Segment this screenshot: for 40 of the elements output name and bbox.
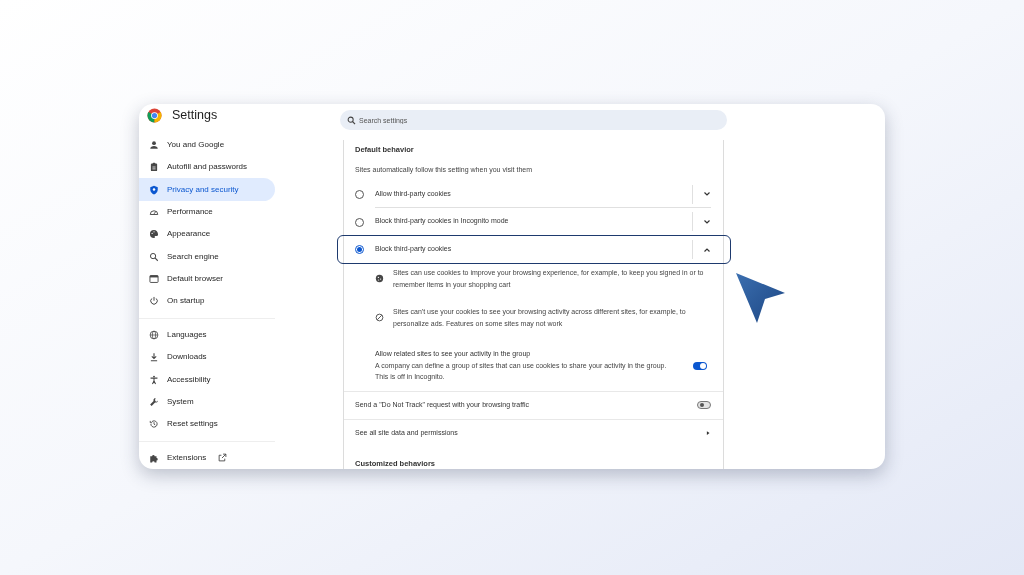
browser-logo-icon (147, 107, 162, 123)
clipboard-icon (149, 162, 159, 173)
chevron-down-icon[interactable] (703, 190, 711, 198)
globe-icon (149, 329, 159, 340)
sidebar-item[interactable]: You and Google (139, 133, 275, 156)
sidebar-item[interactable]: On startup (139, 290, 275, 313)
sidebar-item[interactable]: Performance (139, 200, 275, 224)
sidebar-item[interactable]: Default browser (139, 267, 275, 291)
sidebar-item[interactable]: Appearance (139, 223, 275, 246)
search-icon (149, 251, 159, 262)
person-icon (149, 139, 159, 150)
sidebar-item[interactable]: System (139, 390, 275, 414)
sidebar-item[interactable]: Accessibility (139, 368, 275, 391)
download-icon (149, 352, 159, 363)
chevron-down-icon[interactable] (703, 217, 711, 226)
toggle-switch[interactable] (697, 401, 711, 410)
triangle-right-icon (705, 430, 711, 437)
shield-icon (149, 184, 159, 195)
sidebar-item[interactable]: Privacy and security (139, 178, 275, 201)
sidebar-item[interactable]: Reset settings (139, 413, 275, 436)
window-title: Settings (172, 106, 218, 124)
palette-icon (149, 229, 159, 240)
pointer-arrow-icon (735, 272, 786, 324)
sidebar-item[interactable]: Autofill and passwords (139, 155, 275, 179)
sidebar-item[interactable]: Search engine (139, 245, 275, 268)
sidebar-item[interactable]: Languages (139, 323, 275, 347)
sidebar-item[interactable]: Extensions (139, 446, 275, 469)
wrench-icon (149, 397, 159, 407)
browser-window-icon (149, 274, 159, 285)
prohibited-sign-icon (375, 313, 384, 323)
power-icon (149, 296, 159, 307)
accessibility-figure-icon (149, 374, 159, 385)
external-link-icon (218, 453, 228, 463)
puzzle-piece-icon (149, 452, 159, 463)
sidebar-item[interactable]: Downloads (139, 346, 275, 369)
history-clock-icon (149, 419, 159, 430)
cookie-icon (375, 274, 384, 284)
search-icon (347, 115, 356, 125)
radio-button[interactable] (355, 245, 364, 254)
toggle-switch[interactable] (693, 361, 707, 370)
